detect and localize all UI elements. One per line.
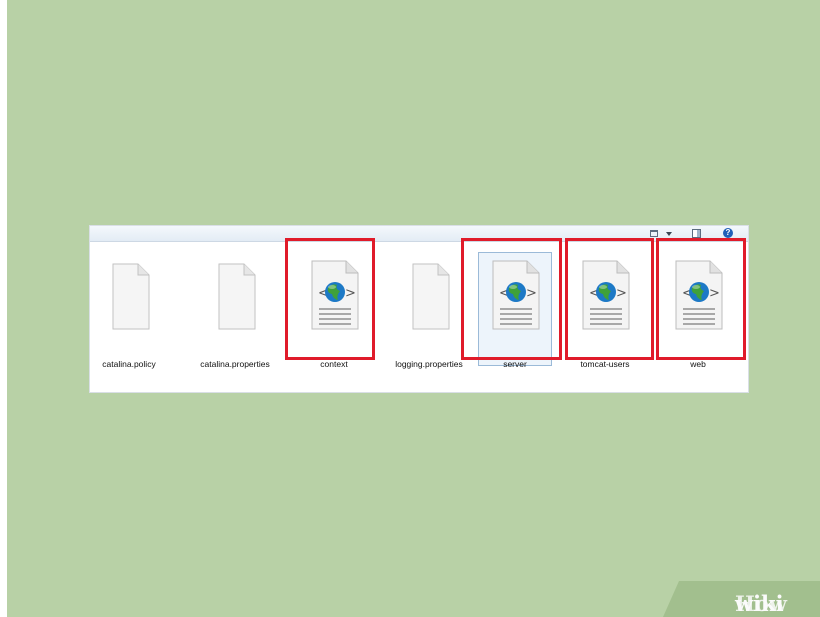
file-label: catalina.policy (102, 359, 156, 369)
file-label: tomcat-users (580, 359, 630, 369)
highlight-box-context (285, 238, 375, 360)
file-item-logging-properties[interactable]: logging.properties (390, 246, 468, 370)
highlight-box-web (656, 238, 746, 360)
file-label: catalina.properties (200, 359, 270, 369)
highlight-box-server (461, 238, 562, 360)
wikihow-watermark: wiki How (663, 581, 820, 617)
file-item-catalina-properties[interactable]: catalina.properties (196, 246, 274, 370)
file-label: web (690, 359, 706, 369)
blank-file-icon (112, 263, 150, 330)
highlight-box-tomcat-users (565, 238, 654, 360)
file-item-catalina-policy[interactable]: catalina.policy (90, 246, 168, 370)
file-label: context (320, 359, 348, 369)
blank-file-icon (218, 263, 256, 330)
blank-file-icon (412, 263, 450, 330)
file-label: server (503, 359, 527, 369)
